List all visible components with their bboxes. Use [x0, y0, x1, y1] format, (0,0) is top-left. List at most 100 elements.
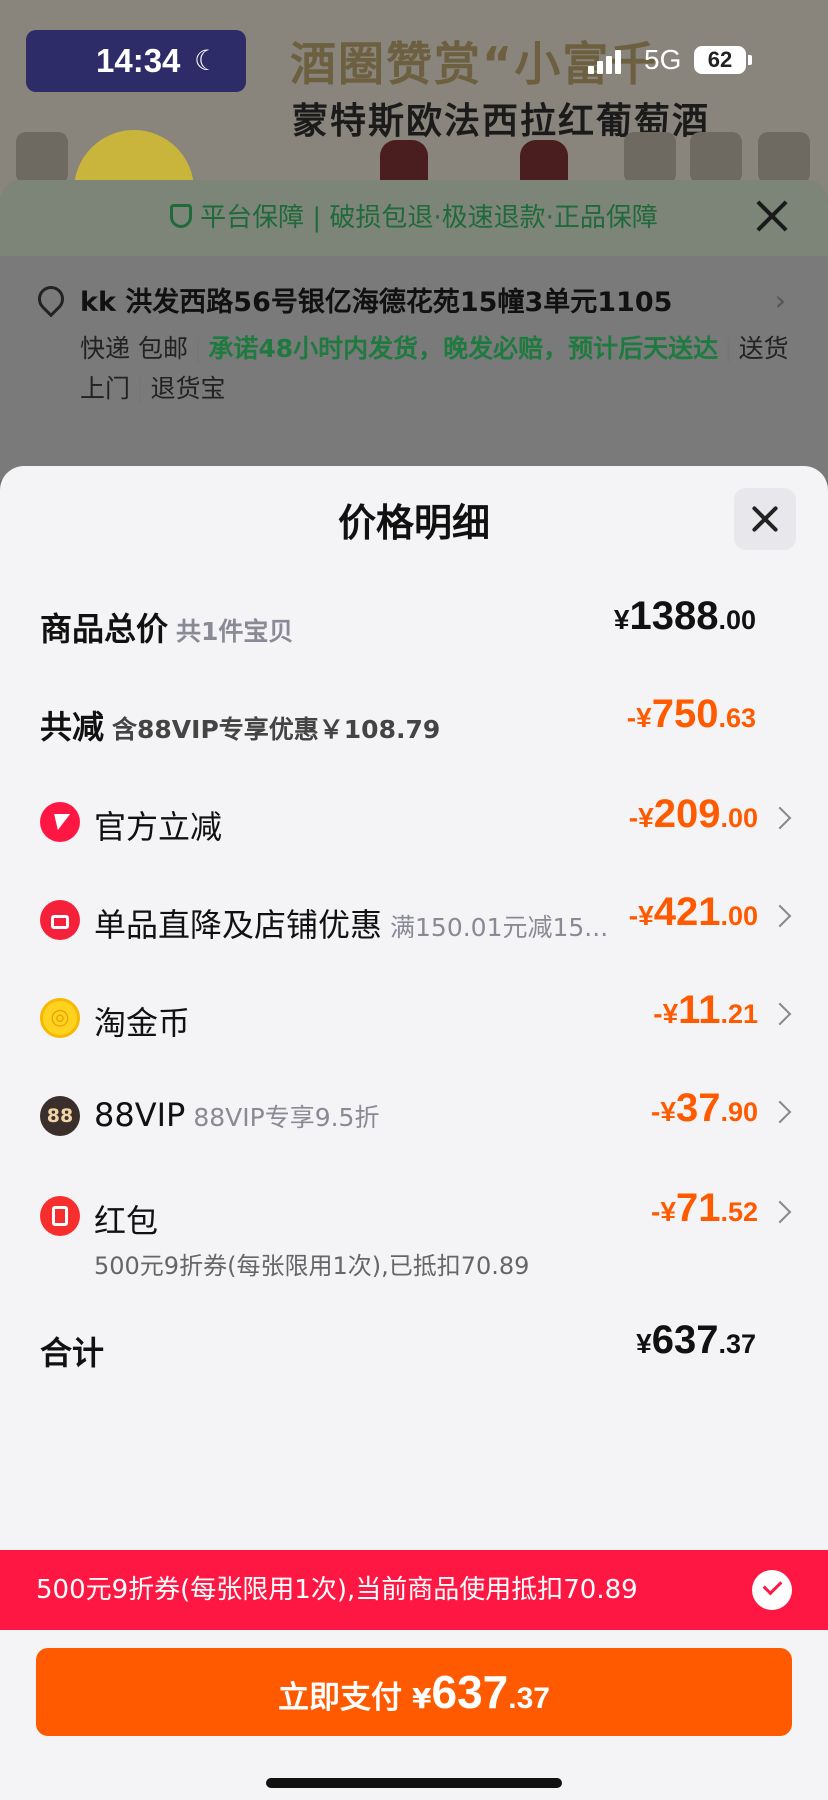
discount-amount: -¥209.00	[629, 792, 758, 837]
amount-integer: 209	[653, 792, 721, 836]
chevron-right-icon: ›	[774, 284, 786, 317]
signal-icon	[588, 50, 624, 74]
goods-total-amount: ¥1388.00	[614, 594, 756, 639]
total-reduction-amount: -¥750.63	[627, 692, 756, 737]
vip-discount-note: 含88VIP专享优惠￥108.79	[112, 715, 441, 744]
pay-area: 立即支付 ¥637.37	[0, 1630, 828, 1800]
total-reduction-label: 共减 含88VIP专享优惠￥108.79	[40, 702, 440, 748]
amount-decimal: .21	[720, 999, 758, 1029]
divider: |	[724, 334, 733, 363]
share-icon	[624, 132, 676, 184]
currency-symbol: -¥	[628, 900, 654, 931]
home-indicator	[266, 1778, 562, 1788]
amount-integer: 637	[431, 1666, 509, 1718]
chevron-right-icon	[768, 1002, 792, 1026]
currency-symbol: ¥	[636, 1328, 652, 1359]
address-section[interactable]: kk 洪发西路56号银亿海德花苑15幢3单元1105 › 快递 包邮 | 承诺48小…	[32, 280, 792, 409]
amount-decimal: .63	[718, 703, 756, 733]
close-button[interactable]	[734, 488, 796, 550]
discount-label: 单品直降及店铺优惠 满150.01元减15...	[94, 900, 608, 946]
network-label: 5G	[644, 44, 682, 75]
currency-symbol: -¥	[651, 1096, 676, 1127]
divider: |	[193, 334, 203, 363]
shipping-promise: 承诺48小时内发货，晚发必赔，预计后天送达	[208, 334, 719, 363]
amount-decimal: .00	[720, 901, 758, 931]
sum-amount: ¥637.37	[636, 1318, 756, 1363]
discount-amount: -¥421.00	[629, 890, 758, 935]
vip-icon: 88	[40, 1096, 80, 1136]
discount-amount: -¥11.21	[653, 988, 758, 1033]
pay-label: 立即支付	[278, 1680, 403, 1716]
close-icon[interactable]	[752, 196, 792, 236]
red-envelope-icon	[40, 1196, 80, 1236]
discount-title: 单品直降及店铺优惠	[94, 906, 383, 944]
discount-label: 红包	[94, 1202, 159, 1240]
currency-symbol: -¥	[628, 802, 654, 833]
shipping-method: 快递 包邮	[80, 334, 188, 363]
currency-symbol: ¥	[613, 604, 630, 635]
currency-symbol: -¥	[651, 1196, 676, 1227]
currency-symbol: ¥	[412, 1682, 432, 1715]
chevron-right-icon	[768, 1100, 792, 1124]
sheet-title: 价格明细	[337, 501, 490, 545]
currency-symbol: -¥	[653, 998, 679, 1029]
goods-total-title: 商品总价	[40, 610, 169, 648]
return-tag: 退货宝	[150, 374, 226, 403]
discount-sub: 88VIP专享9.5折	[193, 1103, 380, 1132]
cart-icon	[690, 132, 742, 184]
chevron-right-icon	[768, 1200, 792, 1224]
chevron-right-icon	[768, 904, 792, 928]
discount-label: 淘金币	[94, 1004, 191, 1042]
shield-icon	[170, 203, 193, 228]
discount-row-shop[interactable]: 单品直降及店铺优惠 满150.01元减15... -¥421.00	[40, 890, 792, 950]
discount-label: 88VIP 88VIP专享9.5折	[94, 1096, 379, 1134]
address-text: kk 洪发西路56号银亿海德花苑15幢3单元1105	[80, 287, 673, 318]
voucher-text: 500元9折券(每张限用1次),当前商品使用抵扣70.89	[36, 1575, 638, 1605]
goods-total-row: 商品总价 共1件宝贝 ¥1388.00	[40, 594, 788, 654]
more-icon	[758, 132, 810, 184]
amount-integer: 750	[651, 692, 719, 736]
divider: |	[136, 374, 145, 403]
coin-icon: ◎	[40, 998, 80, 1038]
goods-count: 共1件宝贝	[176, 617, 294, 646]
discount-amount: -¥71.52	[651, 1186, 758, 1231]
amount-integer: 71	[675, 1186, 721, 1230]
discount-row-red-packet[interactable]: 红包 -¥71.52	[40, 1186, 792, 1246]
chevron-right-icon	[768, 806, 792, 830]
shipping-info: 快递 包邮 | 承诺48小时内发货，晚发必赔，预计后天送达 | 送货上门 | 退货宝	[80, 329, 792, 409]
goods-total-label: 商品总价 共1件宝贝	[40, 604, 293, 650]
total-reduction-row: 共减 含88VIP专享优惠￥108.79 -¥750.63	[40, 692, 788, 752]
back-icon	[16, 132, 68, 184]
amount-integer: 637	[651, 1318, 719, 1362]
discount-row-vip[interactable]: 88 88VIP 88VIP专享9.5折 -¥37.90	[40, 1086, 792, 1146]
amount-decimal: .90	[720, 1097, 758, 1127]
amount-integer: 11	[678, 988, 721, 1032]
lightning-icon	[40, 802, 80, 842]
discount-row-official[interactable]: 官方立减 -¥209.00	[40, 792, 792, 852]
total-reduction-title: 共减	[40, 708, 105, 746]
voucher-bar[interactable]: 500元9折券(每张限用1次),当前商品使用抵扣70.89	[0, 1550, 828, 1630]
guarantee-bar: 平台保障 | 破损包退·极速退款·正品保障	[0, 180, 828, 256]
moon-icon: ☾	[194, 44, 220, 77]
guarantee-text: 平台保障 | 破损包退·极速退款·正品保障	[200, 203, 658, 233]
shop-icon	[40, 900, 80, 940]
discount-title: 88VIP	[94, 1096, 186, 1134]
location-pin-icon	[32, 280, 70, 318]
amount-decimal: .00	[720, 803, 758, 833]
battery-cap	[748, 55, 752, 65]
discount-row-coins[interactable]: ◎ 淘金币 -¥11.21	[40, 988, 792, 1048]
red-packet-note: 500元9折券(每张限用1次),已抵扣70.89	[94, 1252, 530, 1280]
currency-symbol: -¥	[626, 702, 652, 733]
amount-integer: 421	[653, 890, 721, 934]
amount-integer: 37	[675, 1086, 721, 1130]
discount-amount: -¥37.90	[651, 1086, 758, 1131]
pay-now-button[interactable]: 立即支付 ¥637.37	[36, 1648, 792, 1736]
check-icon[interactable]	[752, 1570, 792, 1610]
discount-label: 官方立减	[94, 808, 223, 846]
amount-decimal: .00	[718, 605, 756, 635]
status-bar: 14:34 ☾ 5G 62	[0, 0, 828, 120]
battery-icon: 62	[694, 46, 746, 74]
amount-integer: 1388	[629, 594, 719, 638]
status-time: 14:34	[96, 42, 181, 79]
order-confirm-sheet: 平台保障 | 破损包退·极速退款·正品保障 kk 洪发西路56号银亿海德花苑15…	[0, 180, 828, 480]
